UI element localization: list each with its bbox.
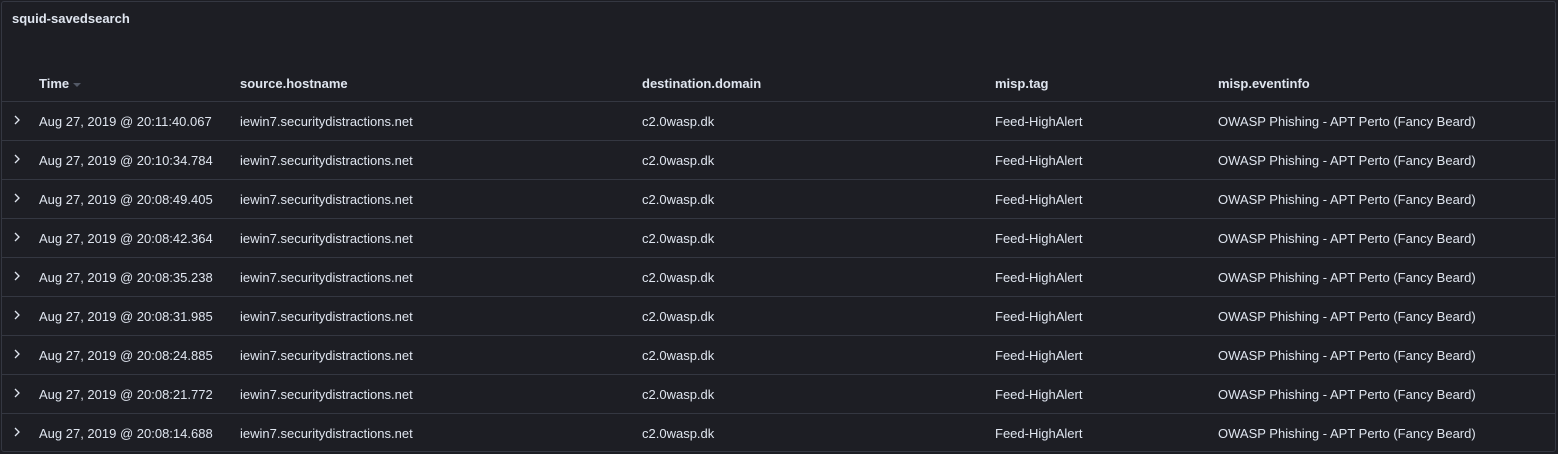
cell-time: Aug 27, 2019 @ 20:08:21.772 — [39, 374, 240, 414]
cell-time: Aug 27, 2019 @ 20:08:49.405 — [39, 179, 240, 219]
cell-destination-domain: c2.0wasp.dk — [642, 218, 995, 258]
cell-misp-eventinfo: OWASP Phishing - APT Perto (Fancy Beard) — [1218, 296, 1555, 336]
table-row[interactable]: Aug 27, 2019 @ 20:08:42.364 iewin7.securi… — [2, 218, 1555, 258]
chevron-right-icon[interactable] — [9, 305, 29, 325]
table-row[interactable]: Aug 27, 2019 @ 20:08:49.405 iewin7.securi… — [2, 179, 1555, 219]
chevron-right-icon[interactable] — [9, 149, 29, 169]
cell-misp-tag: Feed-HighAlert — [995, 335, 1218, 375]
column-header-source-hostname-label[interactable]: source.hostname — [240, 76, 348, 91]
cell-misp-tag: Feed-HighAlert — [995, 218, 1218, 258]
chevron-right-icon[interactable] — [9, 227, 29, 247]
cell-source-hostname: iewin7.securitydistractions.net — [240, 257, 642, 297]
row-expand-cell[interactable] — [2, 296, 39, 336]
cell-source-hostname: iewin7.securitydistractions.net — [240, 296, 642, 336]
column-header-misp-eventinfo[interactable]: misp.eventinfo — [1218, 65, 1555, 102]
table-row[interactable]: Aug 27, 2019 @ 20:08:35.238 iewin7.securi… — [2, 257, 1555, 297]
cell-time: Aug 27, 2019 @ 20:10:34.784 — [39, 140, 240, 180]
cell-misp-eventinfo: OWASP Phishing - APT Perto (Fancy Beard) — [1218, 413, 1555, 451]
cell-misp-tag: Feed-HighAlert — [995, 257, 1218, 297]
table-body: Aug 27, 2019 @ 20:11:40.067 iewin7.securi… — [2, 101, 1555, 451]
cell-time: Aug 27, 2019 @ 20:08:31.985 — [39, 296, 240, 336]
sort-down-icon[interactable] — [73, 83, 82, 88]
cell-source-hostname: iewin7.securitydistractions.net — [240, 179, 642, 219]
table-header: Time source.hostname destination.domain … — [2, 65, 1555, 102]
saved-search-panel: squid-savedsearch Time source.hostname d… — [1, 1, 1556, 452]
row-expand-cell[interactable] — [2, 140, 39, 180]
table-row[interactable]: Aug 27, 2019 @ 20:11:40.067 iewin7.securi… — [2, 101, 1555, 141]
cell-destination-domain: c2.0wasp.dk — [642, 374, 995, 414]
cell-misp-tag: Feed-HighAlert — [995, 413, 1218, 451]
cell-misp-tag: Feed-HighAlert — [995, 179, 1218, 219]
cell-destination-domain: c2.0wasp.dk — [642, 257, 995, 297]
cell-source-hostname: iewin7.securitydistractions.net — [240, 374, 642, 414]
chevron-right-icon[interactable] — [9, 110, 29, 130]
cell-misp-eventinfo: OWASP Phishing - APT Perto (Fancy Beard) — [1218, 179, 1555, 219]
column-header-time[interactable]: Time — [39, 65, 240, 102]
cell-source-hostname: iewin7.securitydistractions.net — [240, 101, 642, 141]
cell-misp-eventinfo: OWASP Phishing - APT Perto (Fancy Beard) — [1218, 218, 1555, 258]
cell-time: Aug 27, 2019 @ 20:08:24.885 — [39, 335, 240, 375]
cell-destination-domain: c2.0wasp.dk — [642, 101, 995, 141]
table-row[interactable]: Aug 27, 2019 @ 20:10:34.784 iewin7.securi… — [2, 140, 1555, 180]
document-table: Time source.hostname destination.domain … — [2, 65, 1555, 451]
cell-misp-eventinfo: OWASP Phishing - APT Perto (Fancy Beard) — [1218, 374, 1555, 414]
cell-misp-tag: Feed-HighAlert — [995, 140, 1218, 180]
chevron-right-icon[interactable] — [9, 344, 29, 364]
row-expand-cell[interactable] — [2, 257, 39, 297]
table-row[interactable]: Aug 27, 2019 @ 20:08:14.688 iewin7.securi… — [2, 413, 1555, 451]
row-expand-cell[interactable] — [2, 179, 39, 219]
cell-destination-domain: c2.0wasp.dk — [642, 179, 995, 219]
row-expand-cell[interactable] — [2, 374, 39, 414]
table-row[interactable]: Aug 27, 2019 @ 20:08:24.885 iewin7.securi… — [2, 335, 1555, 375]
column-header-destination-domain[interactable]: destination.domain — [642, 65, 995, 102]
cell-time: Aug 27, 2019 @ 20:11:40.067 — [39, 101, 240, 141]
chevron-right-icon[interactable] — [9, 383, 29, 403]
row-expand-cell[interactable] — [2, 101, 39, 141]
cell-source-hostname: iewin7.securitydistractions.net — [240, 218, 642, 258]
column-header-destination-domain-label[interactable]: destination.domain — [642, 76, 761, 91]
chevron-right-icon[interactable] — [9, 266, 29, 286]
cell-time: Aug 27, 2019 @ 20:08:14.688 — [39, 413, 240, 451]
cell-source-hostname: iewin7.securitydistractions.net — [240, 140, 642, 180]
cell-destination-domain: c2.0wasp.dk — [642, 296, 995, 336]
table-row[interactable]: Aug 27, 2019 @ 20:08:21.772 iewin7.securi… — [2, 374, 1555, 414]
row-expand-cell[interactable] — [2, 335, 39, 375]
cell-destination-domain: c2.0wasp.dk — [642, 335, 995, 375]
table-row[interactable]: Aug 27, 2019 @ 20:08:31.985 iewin7.securi… — [2, 296, 1555, 336]
cell-time: Aug 27, 2019 @ 20:08:42.364 — [39, 218, 240, 258]
cell-misp-tag: Feed-HighAlert — [995, 374, 1218, 414]
header-row: Time source.hostname destination.domain … — [2, 65, 1555, 102]
cell-source-hostname: iewin7.securitydistractions.net — [240, 413, 642, 451]
cell-misp-tag: Feed-HighAlert — [995, 101, 1218, 141]
cell-destination-domain: c2.0wasp.dk — [642, 413, 995, 451]
column-header-misp-tag-label[interactable]: misp.tag — [995, 76, 1048, 91]
column-header-misp-eventinfo-label[interactable]: misp.eventinfo — [1218, 76, 1310, 91]
chevron-right-icon[interactable] — [9, 188, 29, 208]
column-header-time-label[interactable]: Time — [39, 76, 69, 91]
cell-misp-eventinfo: OWASP Phishing - APT Perto (Fancy Beard) — [1218, 257, 1555, 297]
column-header-misp-tag[interactable]: misp.tag — [995, 65, 1218, 102]
chevron-right-icon[interactable] — [9, 422, 29, 442]
cell-source-hostname: iewin7.securitydistractions.net — [240, 335, 642, 375]
cell-destination-domain: c2.0wasp.dk — [642, 140, 995, 180]
panel-title: squid-savedsearch — [12, 11, 130, 26]
header-expand-spacer — [2, 65, 39, 102]
cell-misp-eventinfo: OWASP Phishing - APT Perto (Fancy Beard) — [1218, 335, 1555, 375]
cell-misp-eventinfo: OWASP Phishing - APT Perto (Fancy Beard) — [1218, 140, 1555, 180]
cell-misp-tag: Feed-HighAlert — [995, 296, 1218, 336]
row-expand-cell[interactable] — [2, 413, 39, 451]
row-expand-cell[interactable] — [2, 218, 39, 258]
column-header-source-hostname[interactable]: source.hostname — [240, 65, 642, 102]
cell-misp-eventinfo: OWASP Phishing - APT Perto (Fancy Beard) — [1218, 101, 1555, 141]
cell-time: Aug 27, 2019 @ 20:08:35.238 — [39, 257, 240, 297]
